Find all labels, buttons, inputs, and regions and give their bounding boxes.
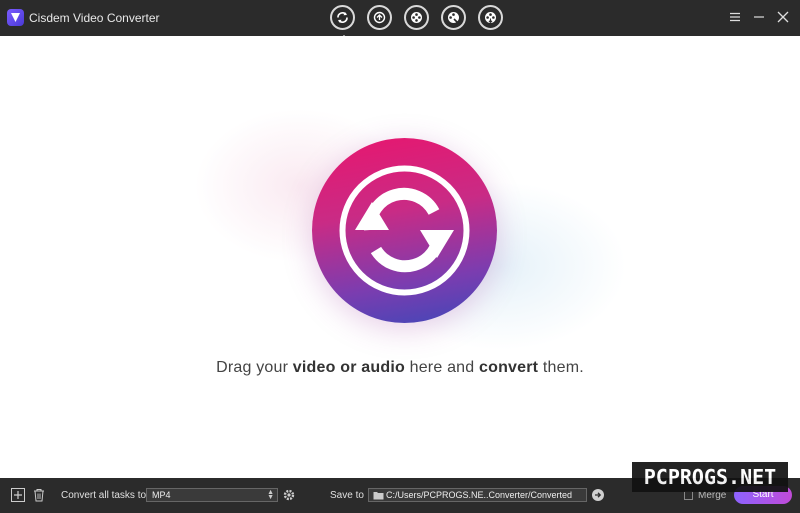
open-folder-button[interactable]	[592, 489, 604, 501]
drop-hint-text: Drag your video or audio here and conver…	[0, 359, 800, 377]
convert-arrows-icon	[339, 165, 470, 296]
drop-area[interactable]: Drag your video or audio here and conver…	[0, 36, 800, 478]
output-format-select[interactable]: MP4 ▲ ▼	[146, 488, 278, 502]
tab-compress[interactable]	[367, 5, 392, 30]
hint-middle: here and	[404, 359, 480, 376]
add-icon	[11, 488, 25, 502]
app-logo-icon	[7, 9, 24, 26]
compress-icon	[373, 11, 386, 24]
add-file-button[interactable]	[10, 487, 26, 503]
tab-film-download[interactable]	[478, 5, 503, 30]
merge-checkbox[interactable]	[684, 491, 693, 500]
menu-icon	[730, 12, 740, 22]
convert-all-label: Convert all tasks to	[61, 490, 147, 501]
tab-film-reel[interactable]	[404, 5, 429, 30]
minimize-icon	[754, 16, 764, 18]
close-button[interactable]	[776, 10, 790, 24]
format-value: MP4	[152, 490, 171, 500]
hint-bold-media: video or audio	[292, 359, 405, 376]
close-icon	[777, 11, 789, 23]
hint-bold-convert: convert	[479, 359, 539, 376]
tab-convert[interactable]	[330, 5, 355, 40]
title-bar: Cisdem Video Converter	[0, 0, 800, 40]
minimize-button[interactable]	[752, 10, 766, 24]
hint-prefix: Drag your	[216, 359, 293, 376]
hint-suffix: them.	[538, 359, 584, 376]
save-path-field[interactable]: C:/Users/PCPROGS.NE..Converter/Converted	[368, 488, 587, 502]
folder-icon	[373, 492, 384, 500]
convert-drop-button[interactable]	[312, 138, 497, 323]
film-edit-icon	[448, 12, 459, 24]
format-settings-button[interactable]	[282, 488, 298, 504]
menu-button[interactable]	[728, 10, 742, 24]
gear-icon	[283, 489, 295, 501]
film-reel-icon	[411, 12, 422, 23]
select-arrows-icon: ▲ ▼	[267, 489, 274, 501]
save-to-label: Save to	[330, 490, 364, 501]
app-title: Cisdem Video Converter	[29, 11, 160, 25]
watermark: PCPROGS.NET	[632, 462, 788, 492]
convert-icon	[337, 12, 348, 23]
trash-icon	[34, 489, 44, 502]
arrow-right-icon	[595, 492, 602, 498]
save-path-value: C:/Users/PCPROGS.NE..Converter/Converted	[386, 490, 573, 500]
tab-film-edit[interactable]	[441, 5, 466, 30]
delete-button[interactable]	[31, 487, 47, 503]
film-download-icon	[485, 12, 496, 24]
